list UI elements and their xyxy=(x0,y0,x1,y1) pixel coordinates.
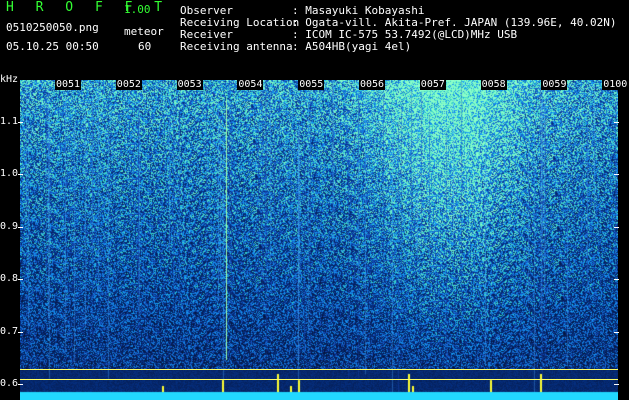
y-tick-label: 1.0 xyxy=(0,168,19,180)
header-panel: H R O F F T 1.00 0510250050.png meteor 0… xyxy=(0,0,629,76)
y-tick-mark-right xyxy=(614,226,619,228)
y-axis-unit: kHz xyxy=(0,74,19,85)
datetime: 05.10.25 00:50 xyxy=(6,40,99,53)
y-tick-mark xyxy=(18,121,23,123)
y-tick-label: 0.9 xyxy=(0,220,19,232)
y-tick-mark xyxy=(18,384,23,386)
x-tick-label: 0100 xyxy=(602,79,629,90)
x-tick-label: 0053 xyxy=(176,79,203,90)
baseline-marker-upper xyxy=(20,369,618,370)
x-tick-label: 0051 xyxy=(55,79,82,90)
y-tick-mark-right xyxy=(614,331,619,333)
x-tick-label: 0059 xyxy=(541,79,568,90)
antenna-value: : A504HB(yagi 4el) xyxy=(292,40,412,53)
x-tick-label: 0052 xyxy=(115,79,142,90)
x-tick-label: 0056 xyxy=(359,79,386,90)
y-tick-mark xyxy=(18,226,23,228)
filename: 0510250050.png xyxy=(6,21,99,34)
x-tick-label: 0055 xyxy=(298,79,325,90)
count-value: 60 xyxy=(138,40,152,53)
y-tick-mark-right xyxy=(614,174,619,176)
y-tick-label: 1.1 xyxy=(0,115,19,127)
mode-label: meteor xyxy=(124,25,164,38)
antenna-label: Receiving antenna xyxy=(180,40,293,53)
y-tick-mark-right xyxy=(614,279,619,281)
y-tick-label: 0.7 xyxy=(0,325,19,337)
baseline-marker-lower xyxy=(20,379,618,380)
y-tick-label: 0.6 xyxy=(0,378,19,390)
y-tick-mark xyxy=(18,174,23,176)
y-tick-label: 0.8 xyxy=(0,273,19,285)
x-tick-label: 0058 xyxy=(480,79,507,90)
app-version: 1.00 xyxy=(124,3,151,16)
y-tick-mark-right xyxy=(614,121,619,123)
y-tick-mark xyxy=(18,331,23,333)
y-tick-mark-right xyxy=(614,384,619,386)
spectrogram xyxy=(20,80,618,400)
x-tick-label: 0054 xyxy=(237,79,264,90)
x-tick-label: 0057 xyxy=(419,79,446,90)
y-tick-mark xyxy=(18,279,23,281)
